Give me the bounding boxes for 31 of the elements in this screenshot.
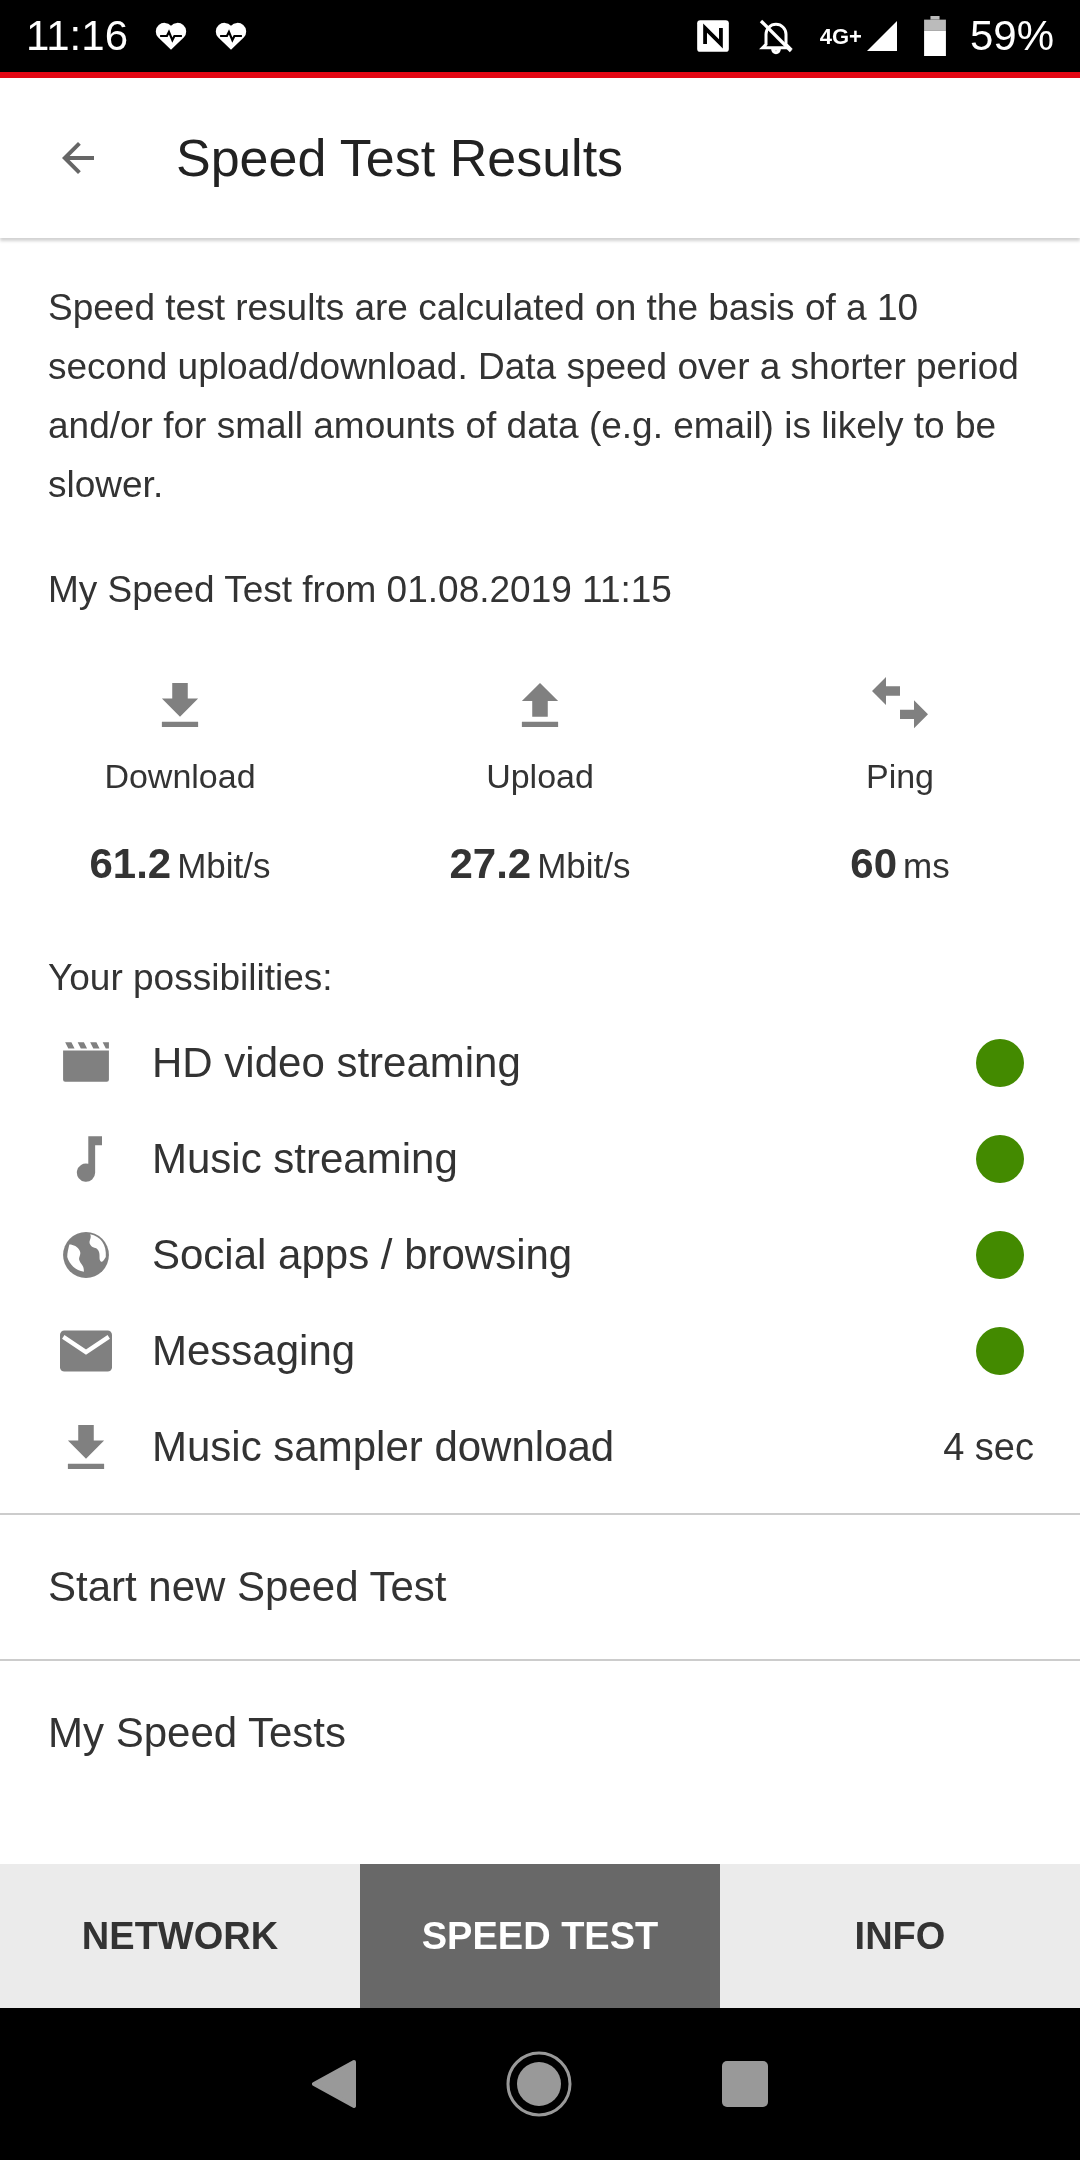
possibility-label: Music sampler download <box>152 1423 616 1471</box>
metric-label: Upload <box>486 757 594 796</box>
download-icon <box>67 1425 105 1469</box>
upload-icon <box>521 683 559 727</box>
metric-label: Ping <box>865 757 935 796</box>
time-value: 4 sec <box>943 1425 1034 1469</box>
network-type: 4G+ <box>819 24 862 50</box>
clapperboard-icon <box>61 1042 111 1084</box>
metric-value: 61.2 Mbit/s <box>89 840 271 888</box>
possibility-label: Music streaming <box>152 1135 459 1183</box>
metric-value: 60 ms <box>850 840 950 888</box>
home-nav-icon[interactable] <box>506 2051 572 2117</box>
heart-pulse-icon <box>214 21 248 51</box>
possibility-label: Social apps / browsing <box>152 1231 574 1279</box>
info-paragraph: Speed test results are calculated on the basis of a 10 second upload/download. Data speed over a shorter period and/or for small amounts of data (e.g. email) is likely to be slower. <box>47 286 1020 507</box>
envelope-icon <box>60 1330 112 1372</box>
metric-value: 27.2 Mbit/s <box>449 840 631 888</box>
possibility-label: HD video streaming <box>152 1039 522 1087</box>
bottom-tab[interactable]: SPEED TEST <box>360 1864 720 2008</box>
metric-label: Download <box>104 757 256 796</box>
page-title: Speed Test Results <box>176 128 624 188</box>
battery-icon <box>923 16 946 56</box>
back-nav-icon[interactable] <box>312 2059 356 2109</box>
battery-percent: 59% <box>969 12 1054 60</box>
possibility-label: Messaging <box>152 1327 357 1375</box>
test-date-heading: My Speed Test from 01.08.2019 11:15 <box>47 568 673 612</box>
clock-time: 11:16 <box>26 12 128 60</box>
download-icon <box>161 683 199 727</box>
globe-icon <box>61 1230 111 1280</box>
heart-pulse-icon <box>154 21 188 51</box>
section-heading: Your possibilities: <box>47 956 334 1000</box>
